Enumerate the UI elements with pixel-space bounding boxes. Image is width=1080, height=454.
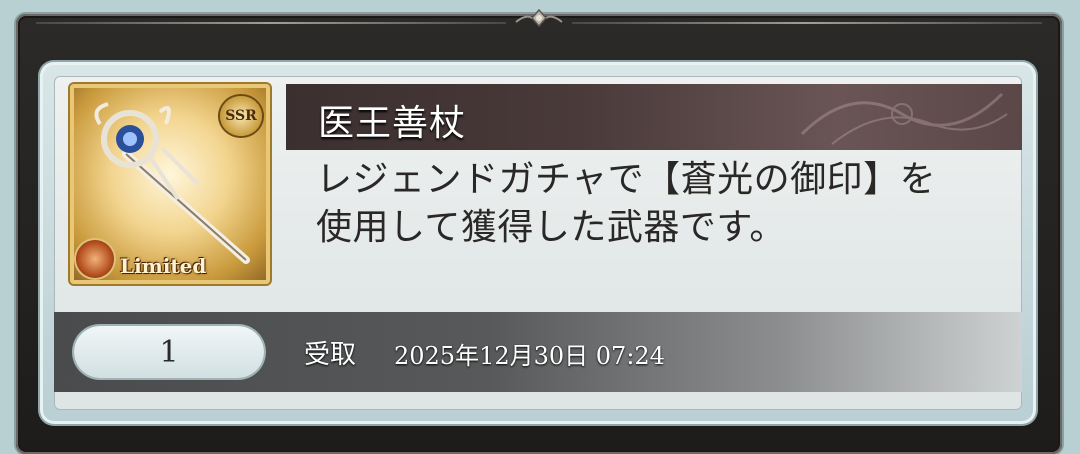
card-content: SSR Limited 医王善杖 レジェンドガチャで【蒼光の御印】を 使用して獲… [54,76,1022,410]
item-description: レジェンドガチャで【蒼光の御印】を 使用して獲得した武器です。 [316,159,937,248]
receive-info-bar: 1 受取 2025年12月30日 07:24 [54,312,1022,392]
received-label: 受取 [304,340,357,370]
rarity-badge: SSR [220,96,262,136]
item-title: 医王善杖 [318,103,467,144]
received-datetime: 2025年12月30日 07:24 [394,342,665,370]
gift-item-card[interactable]: SSR Limited 医王善杖 レジェンドガチャで【蒼光の御印】を 使用して獲… [40,62,1036,424]
item-thumbnail[interactable]: SSR Limited [70,84,270,284]
frame-ornament-icon [515,8,563,28]
frame-divider-right [572,22,1042,24]
frame-divider-left [36,22,506,24]
title-ornament-icon [800,92,1008,145]
limited-emblem-icon [76,240,114,278]
limited-label: Limited [120,254,207,278]
item-count: 1 [74,326,264,378]
item-title-bar: 医王善杖 [286,84,1022,150]
